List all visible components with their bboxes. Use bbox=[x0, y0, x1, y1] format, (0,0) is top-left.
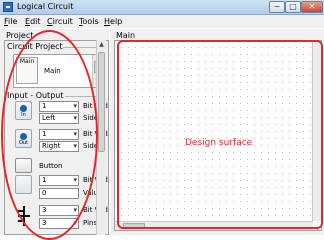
splitter-pins-label: Pins bbox=[83, 219, 98, 227]
scroll-up-icon[interactable]: ▲ bbox=[97, 40, 106, 50]
toolbox-highlight-ellipse bbox=[1, 30, 98, 240]
toolbox-scroll-thumb[interactable] bbox=[98, 52, 105, 152]
menu-bar: File Edit Circuit Tools Help bbox=[0, 15, 324, 28]
menu-file[interactable]: File bbox=[4, 16, 17, 27]
design-surface-highlight-rect bbox=[117, 40, 323, 229]
menu-help[interactable]: Help bbox=[104, 16, 122, 27]
minimize-button[interactable]: − bbox=[269, 1, 285, 13]
title-bar: Logical Circuit − □ ✕ bbox=[0, 0, 324, 15]
maximize-button[interactable]: □ bbox=[285, 1, 301, 13]
app-icon bbox=[3, 2, 13, 12]
menu-tools[interactable]: Tools bbox=[79, 16, 99, 27]
menu-circuit[interactable]: Circuit bbox=[47, 16, 73, 27]
close-button[interactable]: ✕ bbox=[301, 1, 323, 13]
window-title: Logical Circuit bbox=[17, 2, 74, 11]
menu-edit[interactable]: Edit bbox=[25, 16, 41, 27]
